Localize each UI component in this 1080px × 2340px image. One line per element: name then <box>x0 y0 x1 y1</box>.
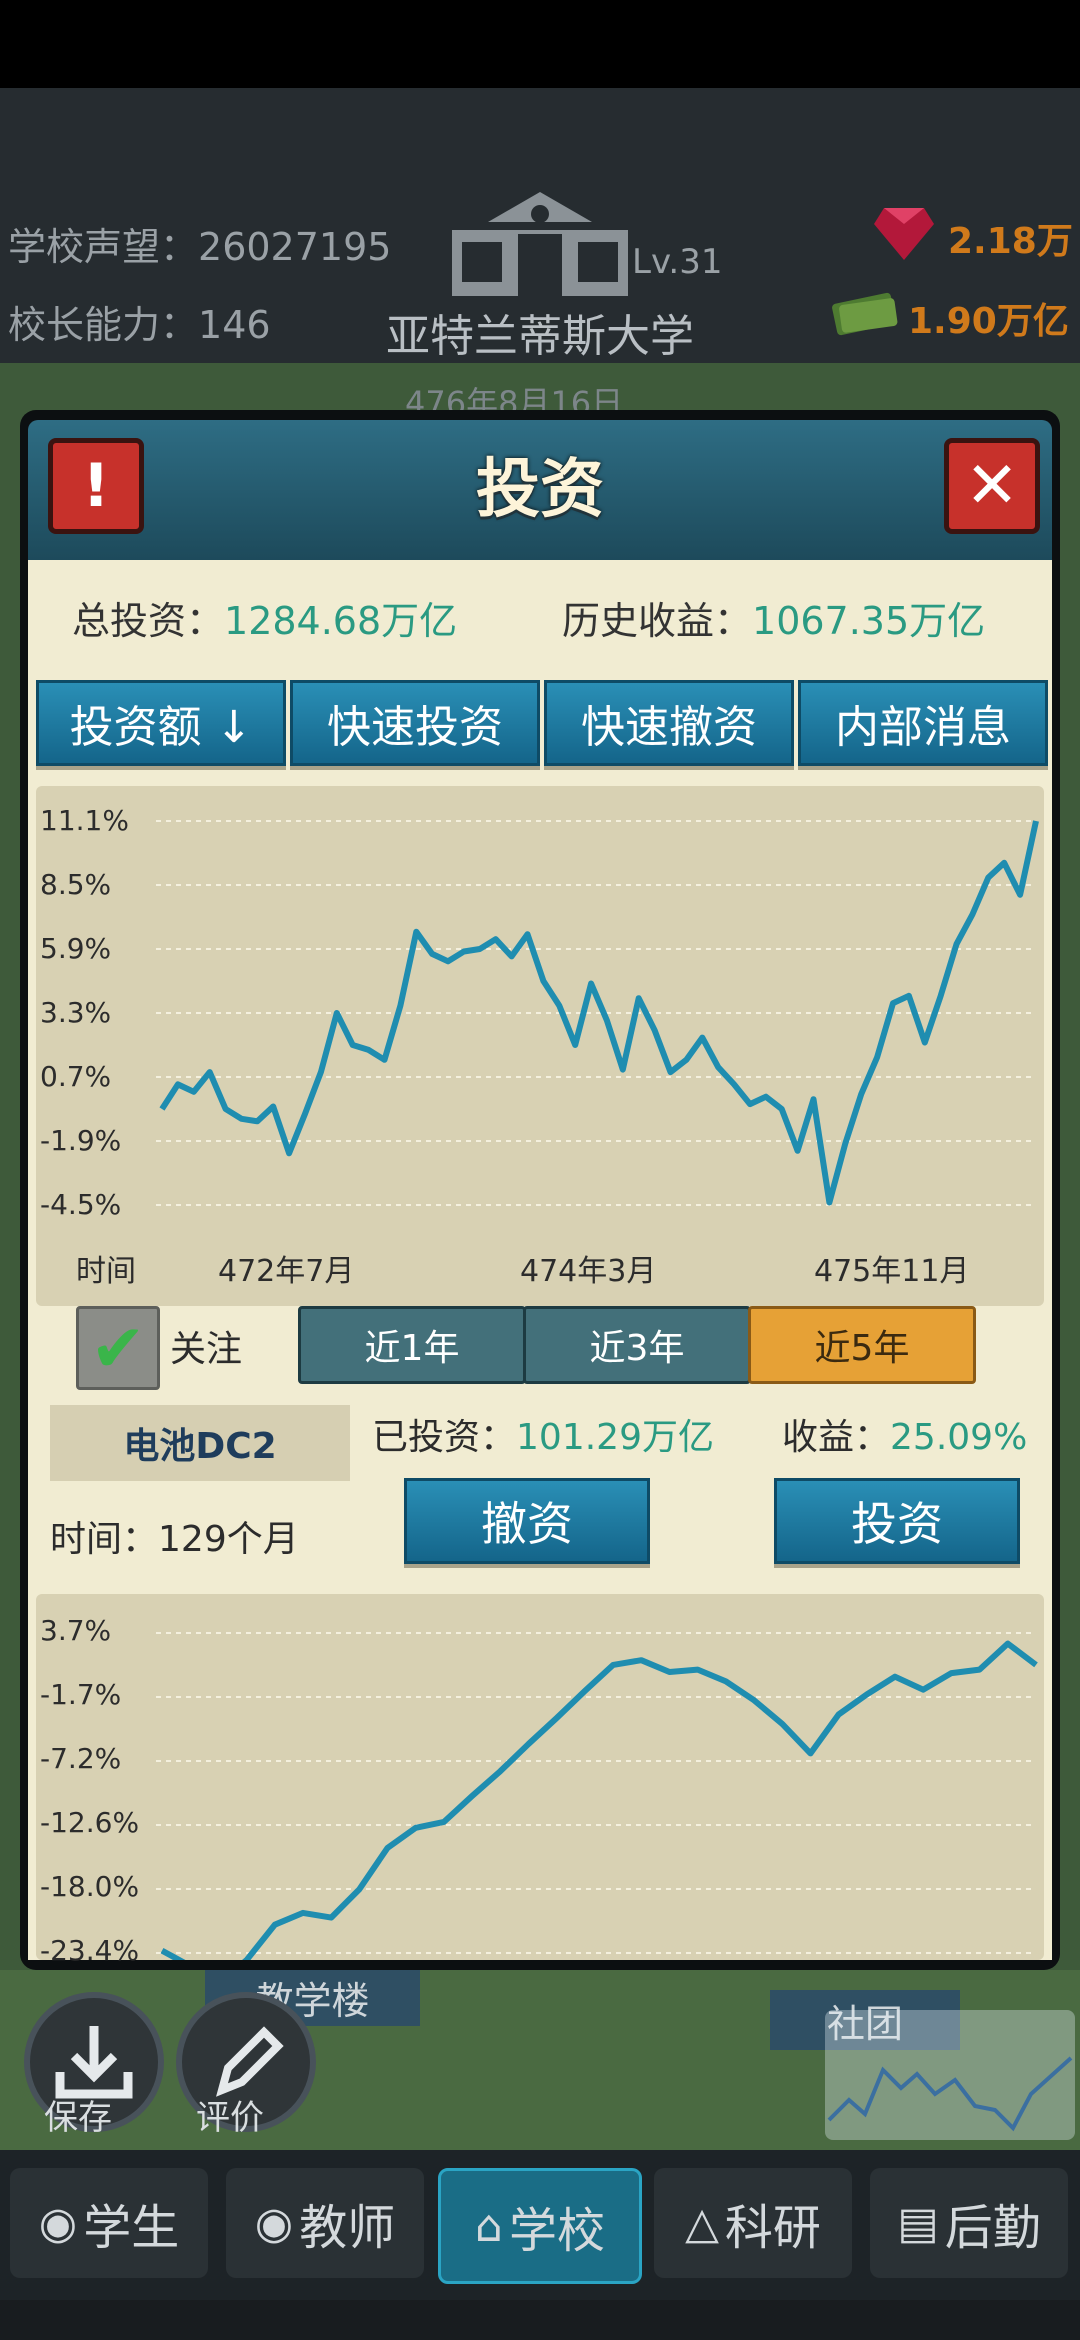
y-tick: 8.5% <box>40 868 112 901</box>
ability-stat: 校长能力：146 <box>8 294 271 349</box>
teacher-icon: ◉ <box>254 2197 294 2249</box>
period-5-years-button[interactable]: 近5年 <box>748 1306 976 1384</box>
x-tick: 472年7月 <box>218 1254 355 1289</box>
follow-checkbox[interactable]: ✔ <box>76 1306 160 1390</box>
reputation-label: 学校声望： <box>8 225 199 269</box>
school-name: 亚特兰蒂斯大学 <box>386 311 694 362</box>
history-income: 历史收益：1067.35万亿 <box>562 590 985 645</box>
ability-label: 校长能力： <box>8 303 199 347</box>
y-tick: -23.4% <box>40 1934 140 1967</box>
mini-chart-widget[interactable] <box>825 2010 1075 2140</box>
reputation-value: 26027195 <box>198 225 392 269</box>
flask-icon: △ <box>685 2197 719 2249</box>
period-1-year-button[interactable]: 近1年 <box>298 1306 526 1384</box>
total-investment-value: 1284.68万亿 <box>224 599 458 643</box>
quick-withdraw-button[interactable]: 快速撤资 <box>544 680 794 766</box>
close-button[interactable]: ✕ <box>944 438 1040 534</box>
nav-teachers-label: 教师 <box>299 2200 396 2256</box>
nav-research[interactable]: △ 科研 <box>654 2168 852 2278</box>
history-income-value: 1067.35万亿 <box>752 599 986 643</box>
school-building-icon <box>452 192 628 296</box>
cash-count: 1.90万亿 <box>908 301 1069 342</box>
total-investment-label: 总投资： <box>72 599 225 643</box>
x-tick: 474年3月 <box>520 1254 657 1289</box>
stock-name: 电池DC2 <box>50 1405 350 1481</box>
x-tick-time: 时间 <box>76 1254 136 1289</box>
gem-icon <box>874 208 934 260</box>
cash-icon <box>832 292 898 336</box>
student-icon: ◉ <box>38 2197 78 2249</box>
period-3-years-button[interactable]: 近3年 <box>523 1306 751 1384</box>
y-tick: 11.1% <box>40 804 129 837</box>
gem-count: 2.18万 <box>948 221 1073 262</box>
hold-time: 时间：129个月 <box>50 1510 299 1562</box>
nav-students-label: 学生 <box>83 2200 180 2256</box>
time-label: 时间： <box>50 1519 159 1560</box>
time-value: 129个月 <box>158 1519 299 1560</box>
quick-invest-button[interactable]: 快速投资 <box>290 680 540 766</box>
income-label: 收益： <box>782 1417 891 1458</box>
y-tick: 0.7% <box>40 1060 112 1093</box>
exclamation-icon: ! <box>82 451 110 521</box>
modal-title: 投资 <box>476 453 604 527</box>
income-rate: 收益：25.09% <box>782 1408 1027 1460</box>
rate-label: 评价 <box>196 2098 264 2138</box>
checkmark-icon: ✔ <box>90 1309 146 1387</box>
second-chart-panel <box>36 1594 1044 1960</box>
ability-value: 146 <box>198 303 271 347</box>
reputation-stat: 学校声望：26027195 <box>8 216 391 271</box>
sort-by-amount-button[interactable]: 投资额 ↓ <box>36 680 286 766</box>
nav-students[interactable]: ◉ 学生 <box>10 2168 208 2278</box>
y-tick: -1.7% <box>40 1678 122 1711</box>
follow-label: 关注 <box>170 1329 243 1370</box>
close-icon: ✕ <box>965 449 1019 523</box>
y-tick: 5.9% <box>40 932 112 965</box>
income-value: 25.09% <box>890 1417 1028 1458</box>
invest-button[interactable]: 投资 <box>774 1478 1020 1564</box>
y-tick: -4.5% <box>40 1188 122 1221</box>
nav-teachers[interactable]: ◉ 教师 <box>226 2168 424 2278</box>
insider-news-button[interactable]: 内部消息 <box>798 680 1048 766</box>
withdraw-button[interactable]: 撤资 <box>404 1478 650 1564</box>
price-line <box>160 1640 1038 1960</box>
second-price-chart <box>156 1632 1038 1960</box>
y-tick: -12.6% <box>40 1806 140 1839</box>
price-line <box>159 820 1039 1206</box>
y-tick: 3.3% <box>40 996 112 1029</box>
total-investment: 总投资：1284.68万亿 <box>72 590 457 645</box>
x-tick: 475年11月 <box>814 1254 970 1289</box>
main-price-chart <box>156 820 1039 1206</box>
invested-value: 101.29万亿 <box>516 1417 714 1458</box>
history-income-label: 历史收益： <box>562 599 753 643</box>
save-label: 保存 <box>44 2098 112 2138</box>
y-tick: 3.7% <box>40 1614 112 1647</box>
nav-logistics[interactable]: ▤ 后勤 <box>870 2168 1068 2278</box>
school-level: Lv.31 <box>632 242 723 282</box>
nav-school-label: 学校 <box>508 2203 605 2259</box>
y-tick: -1.9% <box>40 1124 122 1157</box>
system-nav-area <box>0 2300 1080 2340</box>
invested-label: 已投资： <box>372 1417 517 1458</box>
invested-amount: 已投资：101.29万亿 <box>372 1408 714 1460</box>
alert-button[interactable]: ! <box>48 438 144 534</box>
y-tick: -7.2% <box>40 1742 122 1775</box>
nav-school[interactable]: ⌂ 学校 <box>438 2168 642 2284</box>
y-tick: -18.0% <box>40 1870 140 1903</box>
nav-research-label: 科研 <box>724 2200 821 2256</box>
school-icon: ⌂ <box>475 2200 503 2252</box>
nav-logistics-label: 后勤 <box>944 2200 1041 2256</box>
clipboard-icon: ▤ <box>897 2197 939 2249</box>
